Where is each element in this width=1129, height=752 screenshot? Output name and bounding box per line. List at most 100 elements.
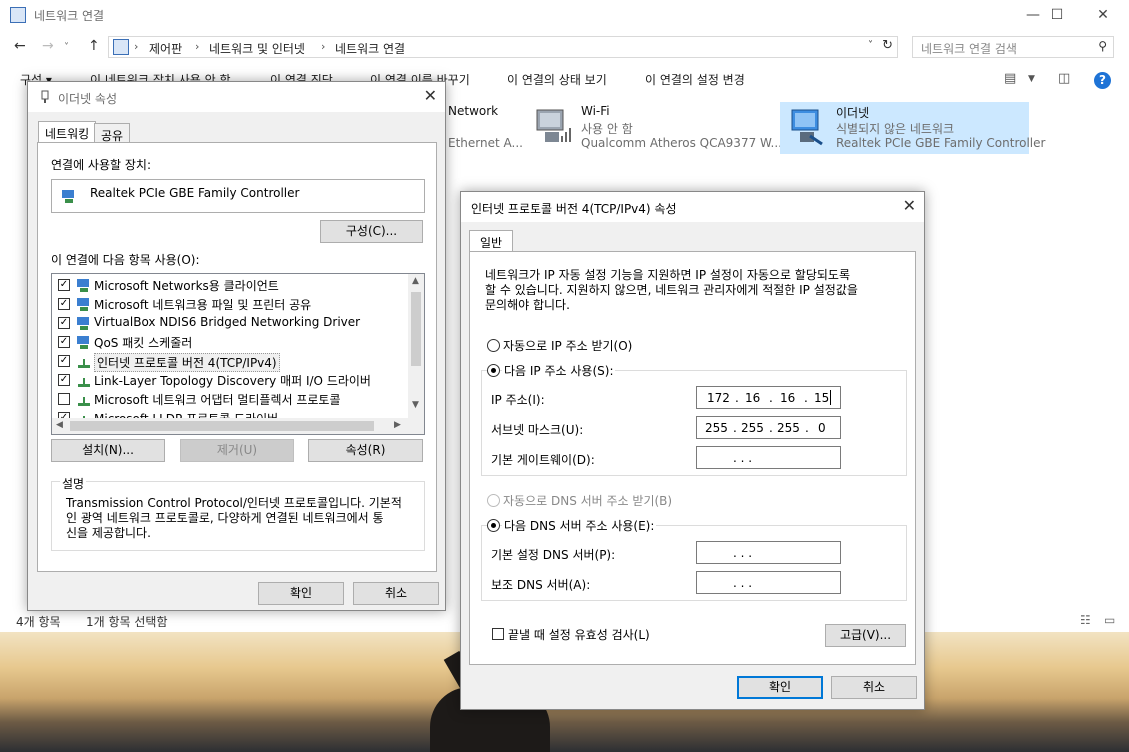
close-button[interactable]: ✕ (1080, 0, 1126, 30)
cancel-button[interactable]: 취소 (353, 582, 439, 605)
close-icon[interactable]: ✕ (424, 86, 437, 105)
manual-dns-radio[interactable] (487, 519, 500, 532)
change-settings-command[interactable]: 이 연결의 설정 변경 (645, 71, 745, 88)
item-label: QoS 패킷 스케줄러 (94, 336, 193, 350)
maximize-button[interactable]: ☐ (1034, 0, 1080, 30)
configure-button[interactable]: 구성(C)... (320, 220, 423, 243)
back-icon[interactable]: ← (14, 38, 26, 54)
components-list[interactable]: ✓ Microsoft Networks용 클라이언트 ✓ Microsoft … (51, 273, 425, 435)
ok-button[interactable]: 확인 (258, 582, 344, 605)
item-checkbox[interactable]: ✓ (58, 279, 70, 291)
auto-ip-radio[interactable] (487, 339, 500, 352)
ip-settings-group: 다음 IP 주소 사용(S): IP 주소(I): 172 . 16 . 16 … (481, 362, 907, 476)
item-label: Microsoft Networks용 클라이언트 (94, 279, 279, 293)
adapter-wifi[interactable]: Wi-Fi 사용 안 함 Qualcomm Atheros QCA9377 W.… (525, 102, 782, 154)
up-icon[interactable]: ↑ (88, 38, 100, 54)
service-icon (77, 298, 89, 311)
ip-octet: 16 (745, 391, 761, 405)
details-view-icon[interactable]: ☷ (1080, 613, 1091, 627)
scroll-thumb[interactable] (411, 292, 421, 366)
scroll-down-icon[interactable]: ▼ (412, 400, 419, 410)
ipv4-properties-dialog: 인터넷 프로토콜 버전 4(TCP/IPv4) 속성 ✕ 일반 네트워크가 IP… (460, 191, 925, 710)
refresh-icon[interactable]: ↻ (882, 38, 893, 53)
breadcrumb-item[interactable]: 네트워크 연결 (335, 40, 405, 57)
vertical-scrollbar[interactable]: ▲ ▼ (408, 274, 424, 434)
gateway-label: 기본 게이트웨이(D): (491, 453, 595, 467)
networking-panel: 연결에 사용할 장치: Realtek PCIe GBE Family Cont… (37, 142, 437, 572)
search-placeholder: 네트워크 연결 검색 (921, 42, 1017, 56)
auto-ip-label[interactable]: 자동으로 IP 주소 받기(O) (503, 337, 632, 354)
description-text-3: 신을 제공합니다. (66, 526, 151, 540)
connect-using-label: 연결에 사용할 장치: (51, 158, 151, 172)
ip-dot: . (769, 421, 773, 435)
item-count: 4개 항목 (16, 615, 61, 629)
address-bar[interactable]: › 제어판 › 네트워크 및 인터넷 › 네트워크 연결 ˅ ↻ (108, 36, 898, 58)
subnet-mask-field[interactable]: 255 . 255 . 255 . 0 (696, 416, 841, 439)
ethernet-properties-dialog: 이더넷 속성 ✕ 네트워킹 공유 연결에 사용할 장치: Realtek PCI… (27, 81, 446, 611)
ip-octet: 16 (780, 391, 796, 405)
large-icons-view-icon[interactable]: ▭ (1104, 613, 1115, 627)
ip-dots: . . . (733, 451, 753, 465)
alternate-dns-label: 보조 DNS 서버(A): (491, 578, 591, 592)
network-adapter-icon (791, 109, 823, 146)
advanced-button[interactable]: 고급(V)... (825, 624, 906, 647)
item-checkbox[interactable]: ✓ (58, 355, 70, 367)
network-adapter-icon (536, 109, 571, 142)
item-checkbox[interactable] (58, 393, 70, 405)
breadcrumb-item[interactable]: 네트워크 및 인터넷 (209, 40, 305, 57)
ip-octet: 255 (705, 421, 728, 435)
protocol-icon (78, 378, 90, 387)
item-label: 인터넷 프로토콜 버전 4(TCP/IPv4) (94, 353, 280, 372)
scroll-right-icon[interactable]: ▶ (394, 420, 401, 430)
item-label: Link-Layer Topology Discovery 매퍼 I/O 드라이… (94, 374, 371, 388)
tab-networking[interactable]: 네트워킹 (38, 121, 97, 143)
item-label: VirtualBox NDIS6 Bridged Networking Driv… (94, 315, 361, 329)
chevron-down-icon[interactable]: ˅ (868, 40, 873, 51)
tab-general[interactable]: 일반 (469, 230, 514, 252)
adapter-ethernet[interactable]: 이더넷 식별되지 않은 네트워크 Realtek PCIe GBE Family… (780, 102, 1045, 154)
view-options-icon[interactable]: ▤ (1004, 71, 1016, 86)
gateway-field[interactable]: . . . (696, 446, 841, 469)
search-input[interactable]: 네트워크 연결 검색 ⚲ (912, 36, 1114, 58)
manual-dns-label[interactable]: 다음 DNS 서버 주소 사용(E): (502, 517, 657, 534)
forward-icon[interactable]: → (42, 38, 54, 54)
breadcrumb-item[interactable]: 제어판 (149, 40, 182, 57)
properties-button[interactable]: 속성(R) (308, 439, 423, 462)
scroll-thumb[interactable] (70, 421, 374, 431)
ip-dots: . . . (733, 576, 753, 590)
auto-dns-radio (487, 494, 500, 507)
chevron-down-icon[interactable]: ▼ (1028, 74, 1035, 84)
view-status-command[interactable]: 이 연결의 상태 보기 (507, 71, 607, 88)
item-checkbox[interactable]: ✓ (58, 374, 70, 386)
close-icon[interactable]: ✕ (903, 196, 916, 215)
preview-pane-icon[interactable]: ◫ (1058, 71, 1070, 86)
item-checkbox[interactable]: ✓ (58, 336, 70, 348)
help-icon[interactable]: ? (1094, 72, 1111, 89)
manual-ip-radio[interactable] (487, 364, 500, 377)
cancel-button[interactable]: 취소 (831, 676, 917, 699)
item-checkbox[interactable]: ✓ (58, 298, 70, 310)
intro-text-3: 문의해야 합니다. (485, 298, 570, 312)
recent-locations-icon[interactable]: ˅ (64, 42, 69, 53)
alternate-dns-field[interactable]: . . . (696, 571, 841, 594)
validate-checkbox[interactable] (492, 628, 504, 640)
item-checkbox[interactable]: ✓ (58, 317, 70, 329)
search-icon[interactable]: ⚲ (1098, 39, 1107, 53)
manual-ip-label[interactable]: 다음 IP 주소 사용(S): (502, 362, 616, 379)
dialog-title-bar: 이더넷 속성 ✕ (28, 82, 445, 112)
client-icon (77, 279, 89, 292)
title-bar: 네트워크 연결 — ☐ ✕ (0, 0, 1129, 30)
install-button[interactable]: 설치(N)... (51, 439, 165, 462)
validate-label[interactable]: 끝낼 때 설정 유효성 검사(L) (508, 626, 650, 643)
ip-dot: . (735, 391, 739, 405)
tab-sharing[interactable]: 공유 (94, 123, 131, 143)
preferred-dns-field[interactable]: . . . (696, 541, 841, 564)
service-icon (77, 317, 89, 330)
preferred-dns-label: 기본 설정 DNS 서버(P): (491, 548, 616, 562)
horizontal-scrollbar[interactable]: ◀ ▶ (52, 418, 410, 434)
ip-address-field[interactable]: 172 . 16 . 16 . 15 (696, 386, 841, 409)
scroll-up-icon[interactable]: ▲ (412, 276, 419, 286)
scroll-left-icon[interactable]: ◀ (56, 420, 63, 430)
ok-button[interactable]: 확인 (737, 676, 823, 699)
ip-dot: . (804, 391, 808, 405)
